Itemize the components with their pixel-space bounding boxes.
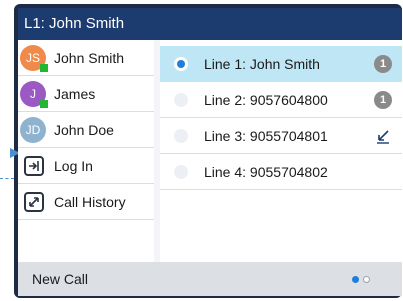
count-badge: 1 [374, 90, 392, 109]
softkey-bar: New Call [18, 262, 402, 296]
line-row-2[interactable]: Line 2: 9057604800 1 [160, 82, 402, 118]
avatar: JD [20, 116, 46, 143]
radio-unselected-icon [174, 92, 188, 107]
call-history-label: Call History [54, 193, 126, 210]
contact-john-smith[interactable]: JS John Smith [18, 40, 154, 76]
avatar-initials: JS [25, 50, 40, 65]
missed-call-icon [374, 127, 392, 145]
contact-james[interactable]: J James [18, 76, 154, 112]
avatar: J [20, 80, 48, 108]
new-call-softkey[interactable]: New Call [32, 262, 88, 296]
contact-name: James [54, 85, 96, 102]
line-row-1[interactable]: Line 1: John Smith 1 [160, 46, 402, 82]
presence-online-icon [40, 63, 48, 72]
line-label: Line 4: 9055704802 [204, 163, 328, 180]
radio-unselected-icon [174, 164, 188, 179]
screen-header: L1: John Smith [18, 8, 402, 40]
presence-online-icon [40, 99, 48, 108]
avatar: JS [20, 44, 48, 72]
line-label: Line 2: 9057604800 [204, 91, 328, 108]
line-row-3[interactable]: Line 3: 9055704801 [160, 118, 402, 154]
contact-name: John Smith [54, 49, 125, 66]
lines-list: Line 1: John Smith 1 Line 2: 9057604800 … [160, 40, 402, 262]
line-title: L1: John Smith [24, 15, 125, 32]
contact-name: John Doe [54, 121, 114, 138]
line-row-4[interactable]: Line 4: 9055704802 [160, 154, 402, 190]
login-icon [24, 155, 44, 176]
avatar-initials: JD [25, 122, 41, 137]
phone-screen: L1: John Smith JS John Smith J James JD … [18, 8, 402, 296]
count-badge: 1 [374, 54, 392, 73]
radio-unselected-icon [174, 128, 188, 143]
avatar-initials: J [30, 86, 36, 101]
line-label: Line 1: John Smith [204, 55, 320, 72]
call-history-button[interactable]: Call History [18, 184, 154, 220]
contact-john-doe[interactable]: JD John Doe [18, 112, 154, 148]
line-label: Line 3: 9055704801 [204, 127, 328, 144]
page-dot-active [352, 276, 359, 283]
callout-line [0, 178, 14, 179]
speed-dial-panel: JS John Smith J James JD John Doe Log In [18, 40, 154, 262]
page-indicator [352, 276, 370, 283]
login-label: Log In [54, 157, 93, 174]
call-history-icon [24, 191, 44, 212]
radio-selected-icon [174, 56, 188, 71]
login-button[interactable]: Log In [18, 148, 154, 184]
page-dot-inactive [363, 276, 370, 283]
